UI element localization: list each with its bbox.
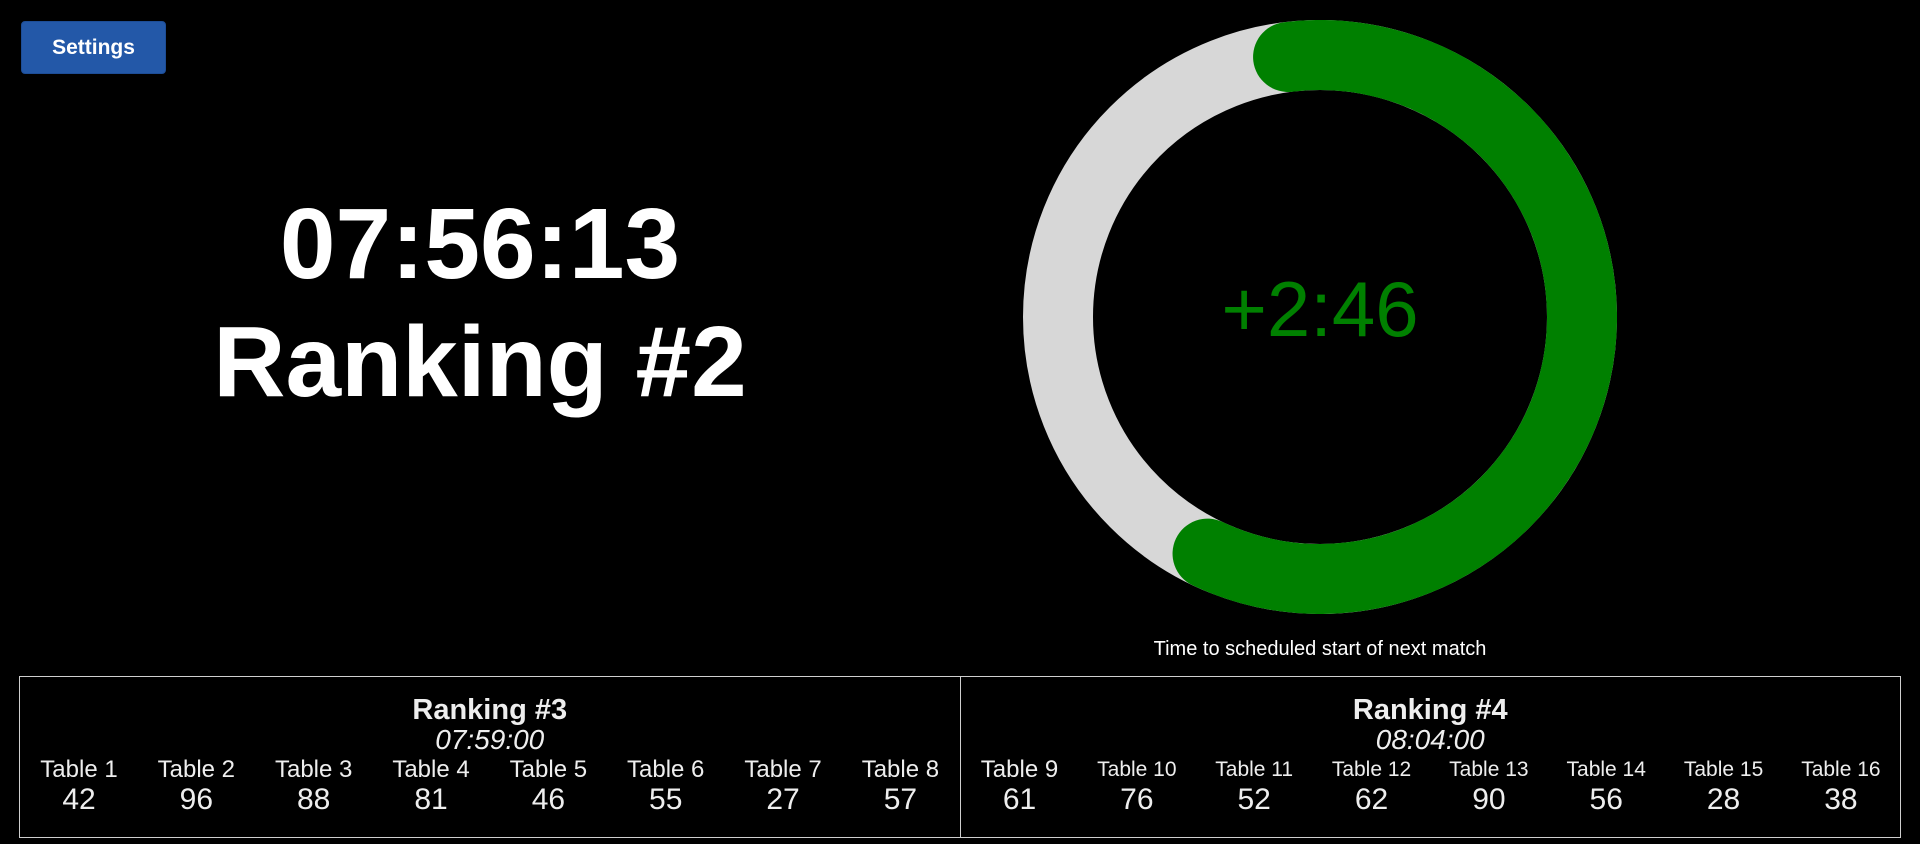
table-team-number: 88 <box>297 783 331 816</box>
table-team-number: 42 <box>62 783 96 816</box>
table-entry: Table 3 88 <box>264 756 364 817</box>
scoreboard-page: Settings 07:56:13 Ranking #2 +2:46 Time … <box>0 0 1920 844</box>
table-name: Table 2 <box>157 756 236 783</box>
table-team-number: 61 <box>1002 783 1037 816</box>
table-entry: Table 14 56 <box>1556 756 1656 817</box>
ranking-panel: Ranking #3 07:59:00 Table 1 42 Table 2 96 … <box>20 677 960 837</box>
table-entry: Table 4 81 <box>381 756 481 817</box>
table-entry: Table 12 62 <box>1322 756 1422 817</box>
table-name: Table 12 <box>1331 758 1412 781</box>
table-entry: Table 5 46 <box>498 756 598 817</box>
table-name: Table 14 <box>1566 758 1646 781</box>
table-name: Table 1 <box>40 756 118 783</box>
tables-row: Table 1 42 Table 2 96 Table 3 88 Table 4 81 … <box>20 756 960 817</box>
table-entry: Table 6 55 <box>616 756 716 817</box>
table-name: Table 16 <box>1801 758 1881 781</box>
table-name: Table 4 <box>392 756 470 783</box>
table-entry: Table 11 52 <box>1204 756 1304 817</box>
tables-row: Table 9 61 Table 10 76 Table 11 52 Table 12… <box>961 756 1901 817</box>
countdown-center: +2:46 <box>1023 20 1617 614</box>
upcoming-rankings: Ranking #3 07:59:00 Table 1 42 Table 2 96 … <box>19 676 1901 838</box>
table-entry: Table 1 42 <box>29 756 129 817</box>
table-team-number: 56 <box>1589 783 1623 816</box>
table-entry: Table 8 57 <box>850 756 950 817</box>
table-entry: Table 10 76 <box>1087 756 1187 817</box>
table-team-number: 52 <box>1237 783 1271 816</box>
ranking-title: Ranking #3 <box>412 694 568 726</box>
table-entry: Table 7 27 <box>733 756 833 817</box>
table-name: Table 3 <box>274 756 353 783</box>
table-name: Table 10 <box>1097 758 1177 781</box>
ranking-start-time: 08:04:00 <box>1375 724 1485 755</box>
table-team-number: 90 <box>1472 783 1506 816</box>
countdown-ring: +2:46 <box>1023 20 1617 614</box>
table-name: Table 5 <box>509 756 588 783</box>
ranking-title: Ranking #4 <box>1352 694 1508 726</box>
table-team-number: 55 <box>649 783 683 816</box>
settings-button[interactable]: Settings <box>21 21 166 74</box>
table-name: Table 13 <box>1449 758 1529 781</box>
table-entry: Table 15 28 <box>1674 756 1774 817</box>
current-match-block: 07:56:13 Ranking #2 <box>0 185 960 421</box>
current-time: 07:56:13 <box>279 188 681 300</box>
table-team-number: 62 <box>1354 783 1389 816</box>
current-ranking: Ranking #2 <box>213 306 747 418</box>
table-entry: Table 9 61 <box>970 756 1070 817</box>
table-team-number: 46 <box>531 783 566 816</box>
countdown-caption: Time to scheduled start of next match <box>1153 638 1487 660</box>
table-team-number: 27 <box>766 783 800 816</box>
ranking-start-time: 07:59:00 <box>435 724 545 755</box>
ranking-panel: Ranking #4 08:04:00 Table 9 61 Table 10 76… <box>959 677 1901 837</box>
table-entry: Table 16 38 <box>1791 756 1891 817</box>
table-team-number: 81 <box>414 783 448 816</box>
table-team-number: 57 <box>883 783 918 816</box>
table-team-number: 76 <box>1120 783 1154 816</box>
table-entry: Table 13 90 <box>1439 756 1539 817</box>
table-name: Table 7 <box>744 756 822 783</box>
table-name: Table 8 <box>861 756 940 783</box>
table-name: Table 15 <box>1683 758 1764 781</box>
table-name: Table 9 <box>980 756 1059 783</box>
table-entry: Table 2 96 <box>146 756 246 817</box>
table-team-number: 96 <box>179 783 214 816</box>
table-name: Table 6 <box>627 756 705 783</box>
table-team-number: 38 <box>1824 783 1858 816</box>
countdown-value: +2:46 <box>1221 265 1419 353</box>
table-team-number: 28 <box>1706 783 1741 816</box>
table-name: Table 11 <box>1215 758 1294 781</box>
